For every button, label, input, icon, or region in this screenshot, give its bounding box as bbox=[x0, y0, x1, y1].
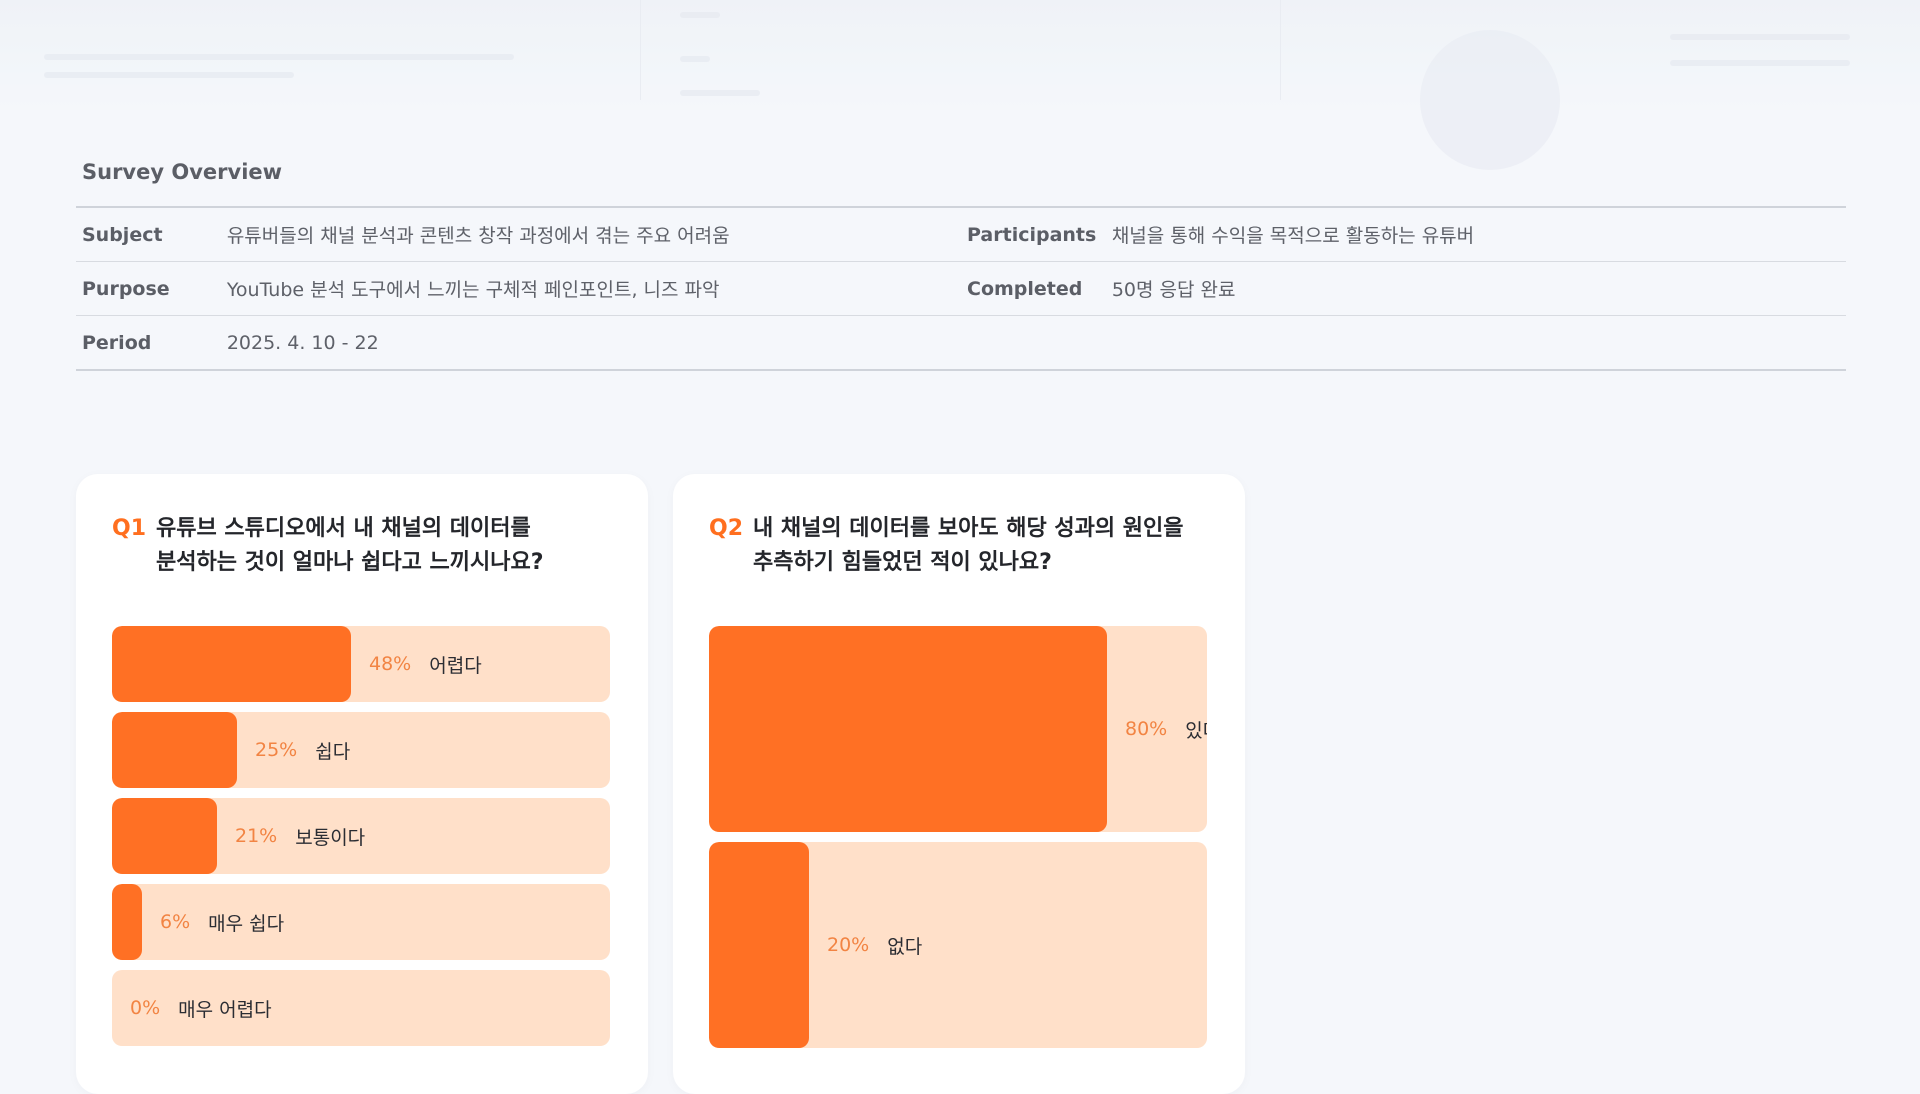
question-text: 내 채널의 데이터를 보아도 해당 성과의 원인을 추측하기 힘들었던 적이 있… bbox=[753, 512, 1193, 580]
background-text-line bbox=[680, 12, 720, 18]
background-text-line bbox=[44, 72, 294, 78]
bar-fill bbox=[112, 626, 351, 702]
bar-fill bbox=[112, 884, 142, 960]
background-text-line bbox=[680, 90, 760, 96]
overview-label: Participants bbox=[967, 223, 1097, 246]
overview-value: 유튜버들의 채널 분석과 콘텐츠 창작 과정에서 겪는 주요 어려움 bbox=[226, 225, 730, 247]
bar-fill bbox=[112, 712, 237, 788]
question-card-q1: Q1 유튜브 스튜디오에서 내 채널의 데이터를 분석하는 것이 얼마나 쉽다고… bbox=[76, 474, 648, 1094]
bar-track: 48% 어렵다 bbox=[112, 626, 610, 702]
overview-row: Period 2025. 4. 10 - 22 bbox=[76, 316, 1846, 371]
bar-label: 0% 매우 어렵다 bbox=[130, 970, 272, 1046]
bar-label: 80% 있다 bbox=[1125, 626, 1207, 832]
bar-category-label: 있다 bbox=[1185, 719, 1207, 742]
bar-label: 6% 매우 쉽다 bbox=[160, 884, 284, 960]
bar-label: 20% 없다 bbox=[827, 842, 922, 1048]
bar-value-label: 21% bbox=[235, 825, 278, 847]
bar-value-label: 25% bbox=[255, 739, 298, 761]
overview-row: Purpose YouTube 분석 도구에서 느끼는 구체적 페인포인트, 니… bbox=[76, 262, 1846, 316]
overview-label: Period bbox=[82, 331, 152, 354]
background-donut bbox=[1420, 30, 1560, 170]
overview-value: 2025. 4. 10 - 22 bbox=[226, 331, 379, 354]
bar-category-label: 어렵다 bbox=[429, 654, 482, 677]
overview-row: Subject 유튜버들의 채널 분석과 콘텐츠 창작 과정에서 겪는 주요 어… bbox=[76, 208, 1846, 262]
overview-label: Completed bbox=[967, 277, 1083, 300]
bar-category-label: 없다 bbox=[887, 935, 923, 958]
bar-value-label: 6% bbox=[160, 911, 191, 933]
bar-fill bbox=[709, 626, 1107, 832]
background-text-line bbox=[680, 56, 710, 62]
overview-label: Purpose bbox=[82, 277, 170, 300]
bar-track: 6% 매우 쉽다 bbox=[112, 884, 610, 960]
bar-category-label: 매우 어렵다 bbox=[178, 998, 272, 1021]
bar-track: 20% 없다 bbox=[709, 842, 1207, 1048]
background-text-line bbox=[1670, 60, 1850, 66]
question-title: Q2 내 채널의 데이터를 보아도 해당 성과의 원인을 추측하기 힘들었던 적… bbox=[709, 512, 1193, 580]
question-line: 유튜브 스튜디오에서 내 채널의 데이터를 bbox=[156, 516, 531, 541]
bar-category-label: 보통이다 bbox=[295, 826, 366, 849]
overview-label: Subject bbox=[82, 223, 163, 246]
bar-category-label: 쉽다 bbox=[315, 740, 351, 763]
bar-value-label: 20% bbox=[827, 934, 870, 956]
background-panel bbox=[0, 0, 641, 100]
question-line: 내 채널의 데이터를 보아도 해당 성과의 원인을 bbox=[753, 516, 1184, 541]
question-line: 추측하기 힘들었던 적이 있나요? bbox=[753, 550, 1052, 575]
bar-track: 80% 있다 bbox=[709, 626, 1207, 832]
background-previous-section bbox=[0, 0, 1920, 170]
question-line: 분석하는 것이 얼마나 쉽다고 느끼시나요? bbox=[156, 550, 544, 575]
background-text-line bbox=[1670, 34, 1850, 40]
question-card-q2: Q2 내 채널의 데이터를 보아도 해당 성과의 원인을 추측하기 힘들었던 적… bbox=[673, 474, 1245, 1094]
bar-fill bbox=[709, 842, 809, 1048]
bar-category-label: 매우 쉽다 bbox=[208, 912, 285, 935]
bar-label: 25% 쉽다 bbox=[255, 712, 350, 788]
bar-label: 48% 어렵다 bbox=[369, 626, 482, 702]
overview-table: Subject 유튜버들의 채널 분석과 콘텐츠 창작 과정에서 겪는 주요 어… bbox=[76, 206, 1846, 371]
bar-track: 0% 매우 어렵다 bbox=[112, 970, 610, 1046]
overview-value: YouTube 분석 도구에서 느끼는 구체적 페인포인트, 니즈 파악 bbox=[226, 279, 720, 301]
overview-value: 50명 응답 완료 bbox=[1111, 279, 1236, 301]
question-text: 유튜브 스튜디오에서 내 채널의 데이터를 분석하는 것이 얼마나 쉽다고 느끼… bbox=[156, 512, 596, 580]
bar-value-label: 0% bbox=[130, 997, 161, 1019]
background-text-line bbox=[44, 54, 514, 60]
bar-value-label: 48% bbox=[369, 653, 412, 675]
question-number: Q1 bbox=[112, 516, 147, 541]
overview-title: Survey Overview bbox=[82, 160, 283, 184]
bar-track: 21% 보통이다 bbox=[112, 798, 610, 874]
bar-track: 25% 쉽다 bbox=[112, 712, 610, 788]
bar-value-label: 80% bbox=[1125, 718, 1168, 740]
bar-fill bbox=[112, 798, 217, 874]
background-panel bbox=[640, 0, 1281, 100]
bar-label: 21% 보통이다 bbox=[235, 798, 365, 874]
overview-value: 채널을 통해 수익을 목적으로 활동하는 유튜버 bbox=[1111, 225, 1475, 247]
question-number: Q2 bbox=[709, 516, 744, 541]
question-title: Q1 유튜브 스튜디오에서 내 채널의 데이터를 분석하는 것이 얼마나 쉽다고… bbox=[112, 512, 596, 580]
survey-overview: Survey Overview Subject 유튜버들의 채널 분석과 콘텐츠… bbox=[76, 160, 1846, 371]
